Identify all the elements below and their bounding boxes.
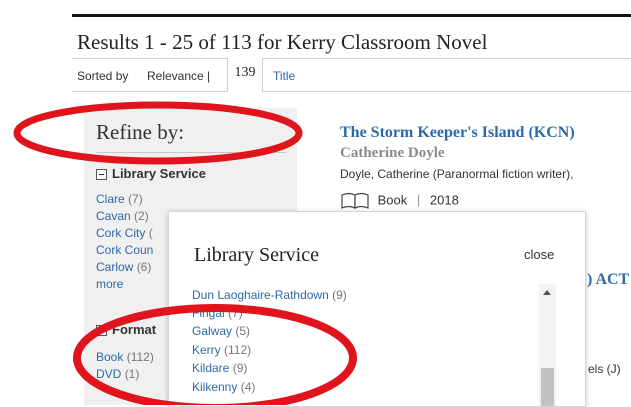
- modal-item-kerry[interactable]: Kerry (112): [192, 343, 251, 357]
- facet-heading-label: Format: [112, 322, 157, 337]
- scroll-thumb[interactable]: [541, 368, 554, 406]
- top-rule: [72, 14, 631, 17]
- result-author-link[interactable]: Catherine Doyle: [340, 145, 445, 162]
- facet-heading-label: Library Service: [112, 166, 206, 181]
- sort-title-link[interactable]: Title: [273, 69, 295, 83]
- result-format: Book | 2018: [340, 192, 459, 210]
- modal-item-kilkenny[interactable]: Kilkenny (4): [192, 380, 255, 394]
- format-facet-heading[interactable]: Format: [96, 322, 156, 337]
- modal-close-link[interactable]: close: [524, 247, 554, 262]
- modal-scrollbar[interactable]: [539, 284, 556, 406]
- result-title-link[interactable]: The Storm Keeper's Island (KCN): [340, 124, 575, 142]
- facet-item-book[interactable]: Book (112): [96, 350, 154, 364]
- format-label: Book: [377, 192, 408, 208]
- result-meta: Doyle, Catherine (Paranormal fiction wri…: [340, 167, 574, 181]
- modal-title: Library Service: [194, 244, 319, 266]
- facet-item-clare[interactable]: Clare (7): [96, 192, 143, 206]
- facet-item-cavan[interactable]: Cavan (2): [96, 209, 149, 223]
- modal-item-dun-laoghaire-rathdown[interactable]: Dun Laoghaire-Rathdown (9): [192, 288, 347, 302]
- sort-relevance-link[interactable]: Relevance |: [147, 69, 210, 83]
- scroll-up-arrow-icon[interactable]: [543, 290, 551, 295]
- result2-title-fragment[interactable]: ) ACT: [587, 271, 629, 289]
- modal-item-galway[interactable]: Galway (5): [192, 324, 250, 338]
- book-icon: [341, 192, 369, 209]
- result2-meta-fragment: els (J): [588, 362, 621, 376]
- overlay-number-box: 139: [227, 58, 263, 92]
- results-heading: Results 1 - 25 of 113 for Kerry Classroo…: [77, 30, 488, 54]
- modal-list: Dun Laoghaire-Rathdown (9) Fingal (7) Ga…: [192, 288, 542, 406]
- refine-divider: [96, 152, 286, 153]
- facet-more-link[interactable]: more: [96, 277, 123, 291]
- facet-item-cork-city[interactable]: Cork City (: [96, 226, 153, 240]
- publication-year: 2018: [429, 192, 459, 208]
- library-service-facet-heading[interactable]: Library Service: [96, 166, 206, 181]
- modal-item-kildare[interactable]: Kildare (9): [192, 361, 247, 375]
- sort-bar-bottom-rule: [72, 91, 631, 92]
- facet-item-dvd[interactable]: DVD (1): [96, 367, 139, 381]
- sort-bar: Sorted by Relevance | 139 Title: [72, 58, 631, 92]
- sort-bar-top-rule: [72, 58, 631, 59]
- library-service-modal: Library Service close Dun Laoghaire-Rath…: [168, 211, 586, 407]
- facet-item-cork-county[interactable]: Cork Coun: [96, 243, 153, 257]
- modal-item-fingal[interactable]: Fingal (7): [192, 306, 243, 320]
- facet-item-carlow[interactable]: Carlow (6): [96, 260, 151, 274]
- refine-heading: Refine by:: [96, 120, 185, 144]
- sorted-by-label: Sorted by: [77, 69, 129, 83]
- format-separator: |: [416, 192, 421, 208]
- collapse-minus-icon[interactable]: [96, 169, 107, 181]
- collapse-minus-icon[interactable]: [96, 325, 107, 337]
